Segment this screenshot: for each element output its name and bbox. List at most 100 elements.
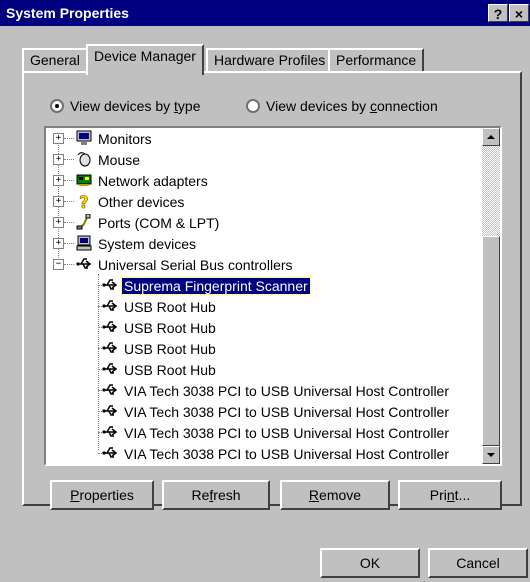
tree-item-usb-root-hub[interactable]: USB Root Hub	[46, 359, 476, 380]
tree-line	[64, 264, 74, 265]
refresh-button[interactable]: Refresh	[162, 480, 270, 510]
scroll-up-button[interactable]	[482, 128, 500, 146]
help-button[interactable]: ?	[488, 4, 508, 22]
tree-line	[64, 201, 74, 202]
question-icon: ?	[79, 193, 89, 209]
tree-item-system-devices[interactable]: + System devices	[46, 233, 476, 254]
tree-item-via-host-controller[interactable]: VIA Tech 3038 PCI to USB Universal Host …	[46, 401, 476, 422]
button-label: emove	[319, 487, 362, 503]
button-label: roperties	[79, 487, 134, 503]
port-icon	[76, 214, 91, 230]
button-label: t...	[454, 487, 471, 503]
usb-icon	[76, 258, 92, 269]
view-by-type-option[interactable]: View devices by type	[50, 96, 200, 116]
cancel-button[interactable]: Cancel	[428, 548, 528, 578]
network-adapter-icon	[76, 174, 92, 186]
tab-hardware-profiles[interactable]: Hardware Profiles	[206, 48, 334, 72]
tree-item-usb-root-hub[interactable]: USB Root Hub	[46, 338, 476, 359]
tab-label: Hardware Profiles	[214, 52, 326, 68]
tree-line	[64, 243, 74, 244]
window-title: System Properties	[6, 5, 129, 21]
tab-label: Performance	[336, 52, 417, 68]
tree-line	[64, 222, 74, 223]
print-button[interactable]: Print...	[398, 480, 502, 510]
accelerator-key: n	[446, 487, 455, 503]
tree-item-via-host-controller[interactable]: VIA Tech 3038 PCI to USB Universal Host …	[46, 380, 476, 401]
collapse-toggle[interactable]: −	[53, 259, 64, 270]
monitor-icon	[76, 130, 92, 145]
tree-item-label: Ports (COM & LPT)	[98, 214, 220, 231]
close-button[interactable]: ×	[509, 4, 529, 22]
ok-button[interactable]: OK	[320, 548, 420, 578]
tree-item-network-adapters[interactable]: + Network adapters	[46, 170, 476, 191]
expand-toggle[interactable]: +	[53, 196, 64, 207]
tree-line	[64, 159, 74, 160]
tree-item-label: Other devices	[98, 193, 185, 210]
tree-item-label: VIA Tech 3038 PCI to USB Universal Host …	[124, 382, 450, 399]
expand-toggle[interactable]: +	[53, 133, 64, 144]
tree-item-label: USB Root Hub	[124, 298, 216, 315]
scroll-thumb[interactable]	[482, 236, 500, 446]
tree-item-label: Monitors	[98, 130, 152, 147]
remove-button[interactable]: Remove	[280, 480, 390, 510]
expand-toggle[interactable]: +	[53, 175, 64, 186]
properties-button[interactable]: Properties	[50, 480, 154, 510]
usb-icon	[102, 363, 118, 374]
vertical-scrollbar[interactable]	[482, 128, 500, 464]
tree-item-label: USB Root Hub	[124, 319, 216, 336]
tree-item-usb-root-hub[interactable]: USB Root Hub	[46, 317, 476, 338]
svg-text:?: ?	[79, 193, 89, 209]
tab-general[interactable]: General	[22, 48, 88, 72]
usb-icon	[102, 321, 118, 332]
expand-toggle[interactable]: +	[53, 238, 64, 249]
title-bar[interactable]: System Properties ? ×	[0, 0, 530, 26]
computer-icon	[76, 235, 92, 251]
arrow-down-icon	[487, 453, 495, 457]
tree-line	[64, 138, 74, 139]
tree-item-label: VIA Tech 3038 PCI to USB Universal Host …	[124, 424, 450, 441]
tree-item-label: USB Root Hub	[124, 340, 216, 357]
tree-item-label: System devices	[98, 235, 197, 252]
tree-item-ports[interactable]: + Ports (COM & LPT)	[46, 212, 476, 233]
tree-item-other-devices[interactable]: + ? Other devices	[46, 191, 476, 212]
button-label: Pri	[429, 487, 447, 503]
view-by-type-label: View devices by type	[70, 98, 201, 114]
tree-item-via-host-controller[interactable]: VIA Tech 3038 PCI to USB Universal Host …	[46, 443, 476, 464]
tree-item-label: USB Root Hub	[124, 361, 216, 378]
tree-item-label: VIA Tech 3038 PCI to USB Universal Host …	[124, 403, 450, 420]
tab-performance[interactable]: Performance	[328, 48, 425, 72]
tree-item-via-host-controller[interactable]: VIA Tech 3038 PCI to USB Universal Host …	[46, 422, 476, 443]
accelerator-key: R	[308, 487, 320, 503]
usb-icon	[102, 342, 118, 353]
view-by-connection-label: View devices by connection	[266, 98, 438, 114]
device-tree[interactable]: + Monitors + Mouse + Network adapters + …	[44, 126, 502, 466]
usb-icon	[102, 300, 118, 311]
tree-item-label: VIA Tech 3038 PCI to USB Universal Host …	[124, 445, 450, 462]
tree-item-label-selected: Suprema Fingerprint Scanner	[121, 276, 311, 295]
tab-label: General	[30, 52, 80, 68]
arrow-up-icon	[487, 135, 495, 139]
tree-item-usb-root-hub[interactable]: USB Root Hub	[46, 296, 476, 317]
view-by-connection-option[interactable]: View devices by connection	[246, 96, 438, 116]
usb-icon	[102, 426, 118, 437]
tree-item-monitors[interactable]: + Monitors	[46, 128, 476, 149]
radio-button[interactable]	[246, 99, 260, 113]
tree-item-usb-controllers[interactable]: − Universal Serial Bus controllers	[46, 254, 476, 275]
usb-icon	[102, 405, 118, 416]
button-label: Re	[191, 487, 210, 503]
tree-item-mouse[interactable]: + Mouse	[46, 149, 476, 170]
scroll-down-button[interactable]	[482, 446, 500, 464]
radio-button-checked[interactable]	[50, 99, 64, 113]
tab-label: Device Manager	[94, 48, 196, 64]
expand-toggle[interactable]: +	[53, 217, 64, 228]
tree-item-label: Network adapters	[98, 172, 208, 189]
tree-line	[64, 180, 74, 181]
usb-icon	[102, 447, 118, 458]
system-properties-window: System Properties ? × General Device Man…	[0, 0, 530, 582]
usb-icon	[102, 279, 118, 290]
tab-device-manager[interactable]: Device Manager	[86, 44, 204, 75]
expand-toggle[interactable]: +	[53, 154, 64, 165]
tree-item-label: Universal Serial Bus controllers	[98, 256, 293, 273]
button-label: resh	[213, 487, 241, 503]
tree-item-suprema-scanner[interactable]: Suprema Fingerprint Scanner	[46, 275, 476, 296]
